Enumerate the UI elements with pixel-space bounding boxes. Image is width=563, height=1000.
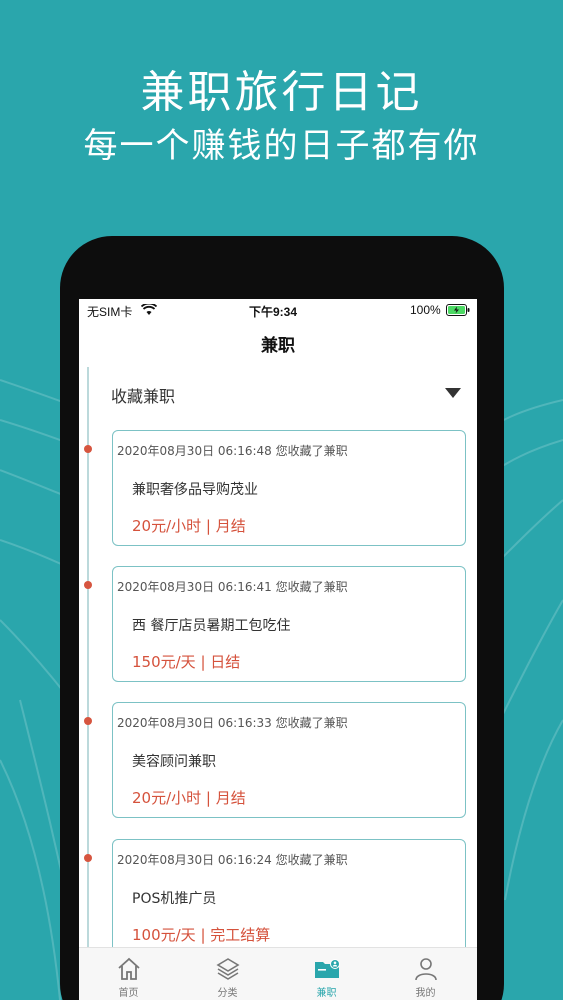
tab-parttime[interactable]: 兼职 xyxy=(277,948,376,1000)
promo-subline: 每一个赚钱的日子都有你 xyxy=(83,126,480,166)
job-title: 美容顾问兼职 xyxy=(132,754,216,770)
folder-user-icon xyxy=(315,959,340,978)
tab-label: 首页 xyxy=(118,988,139,999)
nav-title: 兼职 xyxy=(261,336,295,356)
timeline-line xyxy=(87,367,89,1000)
job-title: 兼职奢侈品导购茂业 xyxy=(132,482,258,498)
person-icon xyxy=(415,958,437,981)
triangle-down-icon[interactable] xyxy=(445,388,461,398)
app-screen: 无SIM卡 下午9:34 100% 兼职 收藏兼职 2020年08月30日 06… xyxy=(79,299,477,1000)
tab-home[interactable]: 首页 xyxy=(79,948,178,1000)
favorites-section-header[interactable]: 收藏兼职 xyxy=(79,373,477,413)
layers-icon xyxy=(216,958,240,980)
wifi-icon xyxy=(141,304,157,315)
status-bar: 无SIM卡 下午9:34 100% xyxy=(79,299,477,323)
record-timestamp: 2020年08月30日 06:16:24 您收藏了兼职 xyxy=(117,853,348,867)
job-pay: 150元/天 | 日结 xyxy=(132,653,241,671)
favorite-job-card[interactable]: 2020年08月30日 06:16:48 您收藏了兼职 兼职奢侈品导购茂业 20… xyxy=(112,430,466,546)
timeline-dot xyxy=(84,581,92,589)
tab-category[interactable]: 分类 xyxy=(178,948,277,1000)
carrier-label: 无SIM卡 xyxy=(87,305,133,319)
timeline-dot xyxy=(84,445,92,453)
battery-icon xyxy=(446,304,470,316)
job-title: 西 餐厅店员暑期工包吃住 xyxy=(132,618,291,634)
job-title: POS机推广员 xyxy=(132,891,217,907)
section-label: 收藏兼职 xyxy=(111,387,176,406)
tab-label: 兼职 xyxy=(316,988,337,999)
favorite-job-card[interactable]: 2020年08月30日 06:16:41 您收藏了兼职 西 餐厅店员暑期工包吃住… xyxy=(112,566,466,682)
promo-headline: 兼职旅行日记 xyxy=(140,67,423,118)
home-icon xyxy=(118,957,140,980)
job-pay: 20元/小时 | 月结 xyxy=(132,789,246,807)
record-timestamp: 2020年08月30日 06:16:41 您收藏了兼职 xyxy=(117,580,348,594)
tab-label: 分类 xyxy=(217,988,238,999)
record-timestamp: 2020年08月30日 06:16:33 您收藏了兼职 xyxy=(117,716,348,730)
timeline-dot xyxy=(84,717,92,725)
battery-percent: 100% xyxy=(410,303,441,317)
tab-mine[interactable]: 我的 xyxy=(376,948,475,1000)
favorite-job-card[interactable]: 2020年08月30日 06:16:33 您收藏了兼职 美容顾问兼职 20元/小… xyxy=(112,702,466,818)
favorite-job-card[interactable]: 2020年08月30日 06:16:24 您收藏了兼职 POS机推广员 100元… xyxy=(112,839,466,955)
job-pay: 100元/天 | 完工结算 xyxy=(132,926,271,944)
tab-label: 我的 xyxy=(415,988,436,999)
tab-bar: 首页 分类 兼职 我的 xyxy=(79,947,477,1000)
timeline-dot xyxy=(84,854,92,862)
record-timestamp: 2020年08月30日 06:16:48 您收藏了兼职 xyxy=(117,444,348,458)
status-time: 下午9:34 xyxy=(249,305,298,319)
job-pay: 20元/小时 | 月结 xyxy=(132,517,246,535)
